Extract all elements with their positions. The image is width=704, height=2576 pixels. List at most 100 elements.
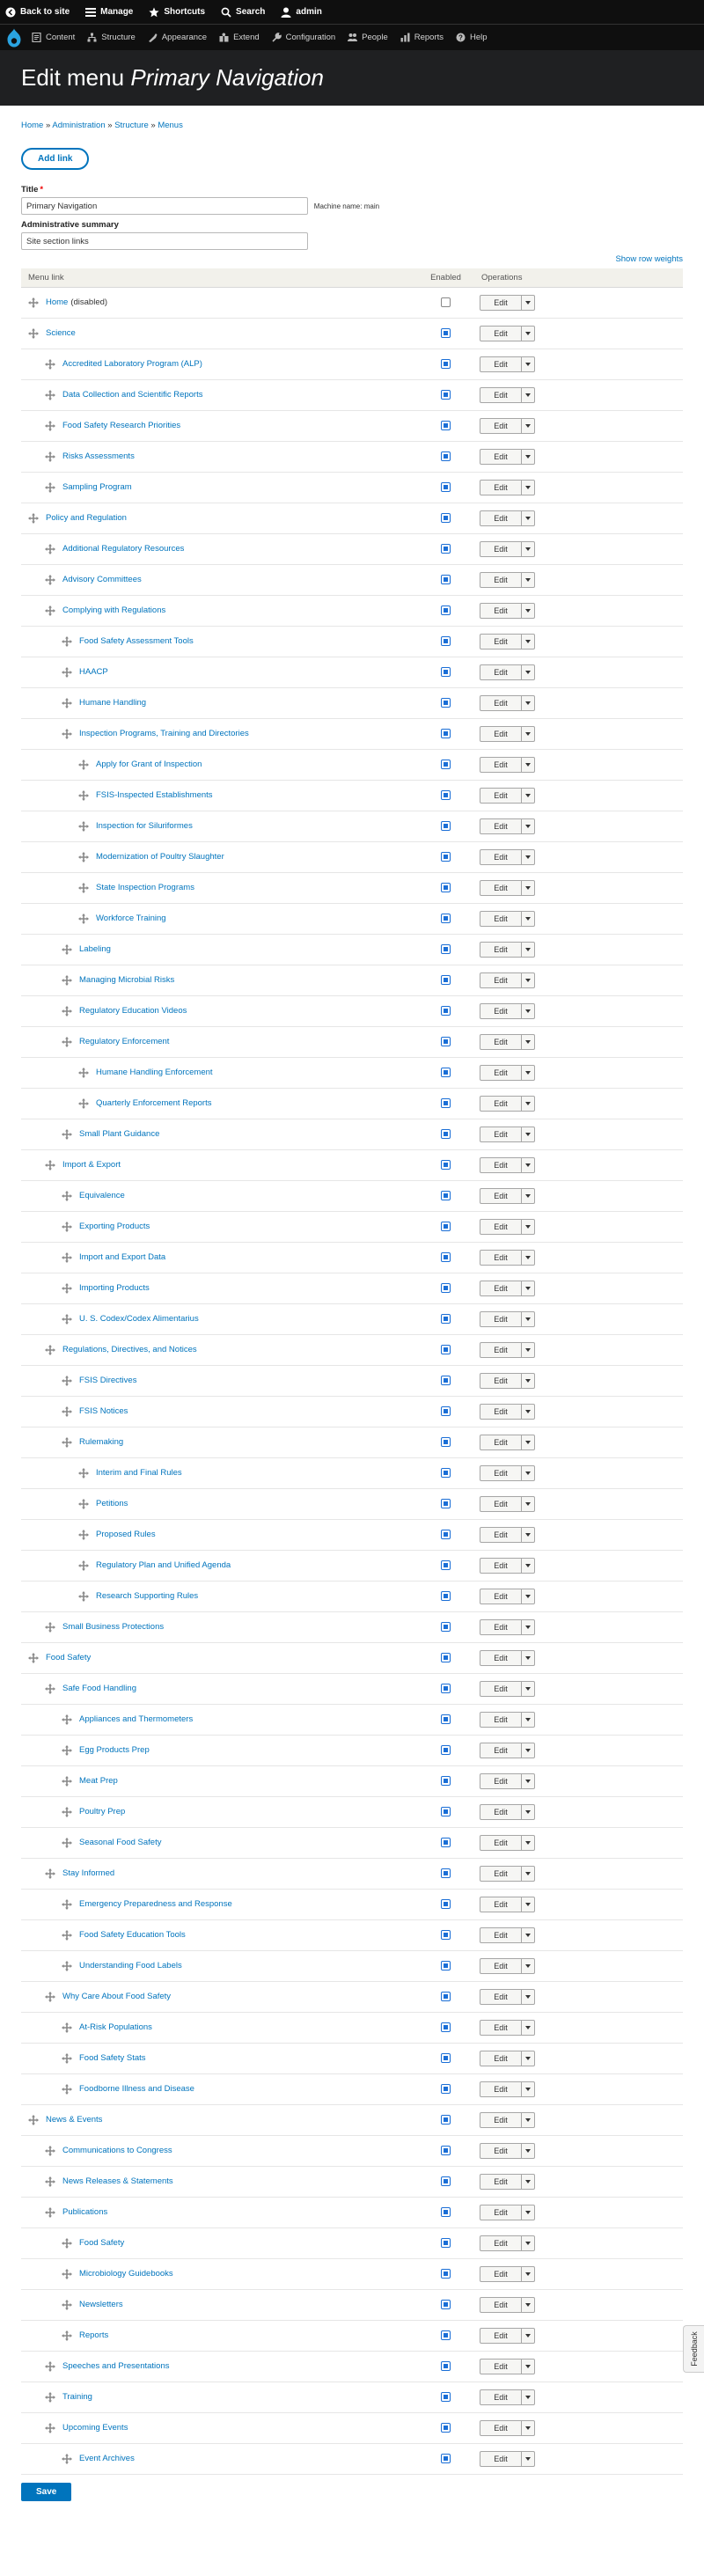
menu-link[interactable]: Food Safety Assessment Tools xyxy=(79,636,194,646)
enabled-checkbox[interactable] xyxy=(441,1344,451,1354)
enabled-checkbox[interactable] xyxy=(441,2052,451,2063)
enabled-checkbox[interactable] xyxy=(441,1097,451,1108)
edit-button[interactable]: Edit xyxy=(480,356,522,372)
enabled-checkbox[interactable] xyxy=(441,851,451,862)
enabled-checkbox[interactable] xyxy=(441,1560,451,1570)
drupal-logo-icon[interactable] xyxy=(5,28,23,48)
drag-handle-icon[interactable] xyxy=(62,1005,72,1016)
drag-handle-icon[interactable] xyxy=(78,820,89,832)
enabled-checkbox[interactable] xyxy=(441,1744,451,1755)
menu-link[interactable]: Workforce Training xyxy=(96,914,166,923)
edit-button[interactable]: Edit xyxy=(480,1834,522,1851)
drag-handle-icon[interactable] xyxy=(62,1898,72,1910)
edit-button[interactable]: Edit xyxy=(480,910,522,927)
edit-button[interactable]: Edit xyxy=(480,1218,522,1235)
edit-button[interactable]: Edit xyxy=(480,1126,522,1142)
enabled-checkbox[interactable] xyxy=(441,1128,451,1139)
tray-item-help[interactable]: ? Help xyxy=(456,33,488,42)
menu-link[interactable]: Speeches and Presentations xyxy=(62,2361,169,2371)
menu-link[interactable]: Import and Export Data xyxy=(79,1252,165,1262)
edit-button[interactable]: Edit xyxy=(480,2142,522,2159)
drag-handle-icon[interactable] xyxy=(45,358,55,370)
enabled-checkbox[interactable] xyxy=(441,481,451,492)
edit-button[interactable]: Edit xyxy=(480,1957,522,1974)
chevron-down-icon[interactable] xyxy=(522,571,535,588)
drag-handle-icon[interactable] xyxy=(78,1529,89,1540)
enabled-checkbox[interactable] xyxy=(441,1652,451,1662)
chevron-down-icon[interactable] xyxy=(522,1341,535,1358)
drag-handle-icon[interactable] xyxy=(28,297,39,308)
menu-link[interactable]: Advisory Committees xyxy=(62,575,142,584)
drag-handle-icon[interactable] xyxy=(62,1375,72,1386)
menu-link[interactable]: Rulemaking xyxy=(79,1437,123,1447)
enabled-checkbox[interactable] xyxy=(441,1405,451,1416)
menu-link[interactable]: Home xyxy=(46,297,68,307)
drag-handle-icon[interactable] xyxy=(45,2206,55,2218)
menu-link[interactable]: Risks Assessments xyxy=(62,451,135,461)
menu-link[interactable]: Humane Handling xyxy=(79,698,146,708)
edit-button[interactable]: Edit xyxy=(480,1988,522,2005)
drag-handle-icon[interactable] xyxy=(45,389,55,400)
drag-handle-icon[interactable] xyxy=(45,2145,55,2156)
chevron-down-icon[interactable] xyxy=(522,1033,535,1050)
drag-handle-icon[interactable] xyxy=(78,1560,89,1571)
edit-button[interactable]: Edit xyxy=(480,510,522,526)
tray-item-appearance[interactable]: Appearance xyxy=(148,33,207,42)
add-link-button[interactable]: Add link xyxy=(21,148,90,170)
edit-button[interactable]: Edit xyxy=(480,1865,522,1882)
chevron-down-icon[interactable] xyxy=(522,1156,535,1173)
edit-button[interactable]: Edit xyxy=(480,1064,522,1081)
drag-handle-icon[interactable] xyxy=(78,1498,89,1509)
chevron-down-icon[interactable] xyxy=(522,941,535,958)
chevron-down-icon[interactable] xyxy=(522,2419,535,2436)
tray-item-structure[interactable]: Structure xyxy=(87,33,136,42)
enabled-checkbox[interactable] xyxy=(441,1529,451,1539)
menu-link[interactable]: Quarterly Enforcement Reports xyxy=(96,1098,211,1108)
drag-handle-icon[interactable] xyxy=(45,2422,55,2433)
chevron-down-icon[interactable] xyxy=(522,725,535,742)
breadcrumb-structure[interactable]: Structure xyxy=(114,121,149,130)
enabled-checkbox[interactable] xyxy=(441,1991,451,2001)
enabled-checkbox[interactable] xyxy=(441,1960,451,1971)
chevron-down-icon[interactable] xyxy=(522,479,535,495)
chevron-down-icon[interactable] xyxy=(522,1002,535,1019)
drag-handle-icon[interactable] xyxy=(62,2022,72,2033)
chevron-down-icon[interactable] xyxy=(522,1588,535,1604)
drag-handle-icon[interactable] xyxy=(28,327,39,339)
menu-link[interactable]: Proposed Rules xyxy=(96,1530,156,1539)
drag-handle-icon[interactable] xyxy=(78,1097,89,1109)
menu-link[interactable]: At-Risk Populations xyxy=(79,2022,152,2032)
edit-button[interactable]: Edit xyxy=(480,1803,522,1820)
enabled-checkbox[interactable] xyxy=(441,605,451,615)
chevron-down-icon[interactable] xyxy=(522,1557,535,1574)
chevron-down-icon[interactable] xyxy=(522,1803,535,1820)
edit-button[interactable]: Edit xyxy=(480,2327,522,2344)
drag-handle-icon[interactable] xyxy=(62,2083,72,2095)
summary-input[interactable] xyxy=(21,232,308,250)
tray-item-configuration[interactable]: Configuration xyxy=(272,33,335,42)
edit-button[interactable]: Edit xyxy=(480,787,522,804)
edit-button[interactable]: Edit xyxy=(480,1280,522,1296)
enabled-checkbox[interactable] xyxy=(441,820,451,831)
chevron-down-icon[interactable] xyxy=(522,879,535,896)
enabled-checkbox[interactable] xyxy=(441,2453,451,2463)
save-button[interactable]: Save xyxy=(21,2482,72,2501)
menu-link[interactable]: Communications to Congress xyxy=(62,2146,172,2155)
edit-button[interactable]: Edit xyxy=(480,2050,522,2066)
drag-handle-icon[interactable] xyxy=(45,1159,55,1171)
tray-item-content[interactable]: Content xyxy=(32,33,75,42)
menu-link[interactable]: Egg Products Prep xyxy=(79,1745,150,1755)
chevron-down-icon[interactable] xyxy=(522,448,535,465)
chevron-down-icon[interactable] xyxy=(522,972,535,988)
menu-link[interactable]: Humane Handling Enforcement xyxy=(96,1068,213,1077)
menu-link[interactable]: Microbiology Guidebooks xyxy=(79,2269,173,2279)
chevron-down-icon[interactable] xyxy=(522,1403,535,1420)
enabled-checkbox[interactable] xyxy=(441,882,451,892)
drag-handle-icon[interactable] xyxy=(78,789,89,801)
drag-handle-icon[interactable] xyxy=(45,2360,55,2372)
chevron-down-icon[interactable] xyxy=(522,1526,535,1543)
tray-item-reports[interactable]: Reports xyxy=(400,33,444,42)
tray-item-extend[interactable]: Extend xyxy=(219,33,260,42)
menu-link[interactable]: Food Safety xyxy=(46,1653,91,1662)
enabled-checkbox[interactable] xyxy=(441,1683,451,1693)
